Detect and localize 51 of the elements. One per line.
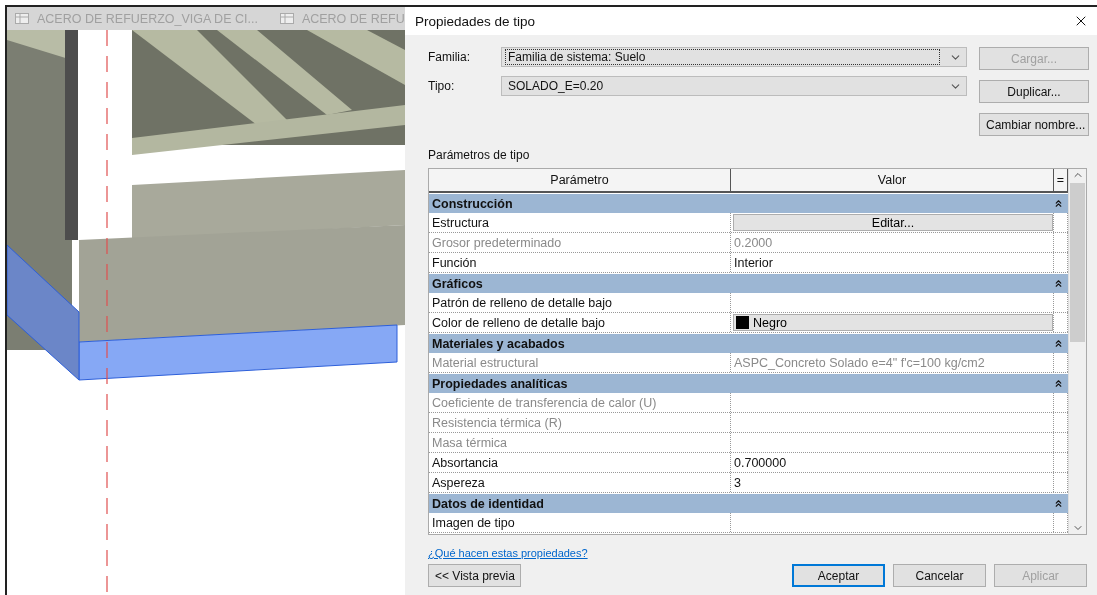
parameter-cell: Resistencia térmica (R) <box>429 413 731 432</box>
value-text: 0.700000 <box>734 455 787 470</box>
parameter-cell: Aspereza <box>429 473 731 492</box>
dialog-button[interactable]: Duplicar... <box>979 80 1089 103</box>
parameter-cell: Coeficiente de transferencia de calor (U) <box>429 393 731 412</box>
group-row[interactable]: Datos de identidad <box>429 494 1068 513</box>
group-label: Datos de identidad <box>432 496 544 511</box>
column-header: Parámetro <box>429 169 731 191</box>
collapse-icon <box>1053 378 1064 389</box>
group-row[interactable]: Construcción <box>429 194 1068 213</box>
collapse-icon <box>1053 278 1064 289</box>
value-text: ASPC_Concreto Solado e=4" f'c=100 kg/cm2 <box>734 355 985 370</box>
collapse-icon <box>1053 198 1064 209</box>
value-text: 3 <box>734 475 741 490</box>
parameter-cell: Material estructural <box>429 353 731 372</box>
value-text: 0.2000 <box>734 235 773 250</box>
parameter-cell: Absortancia <box>429 453 731 472</box>
parameter-cell: Función <box>429 253 731 272</box>
parameter-cell: Estructura <box>429 213 731 232</box>
parameter-cell: Patrón de relleno de detalle bajo <box>429 293 731 312</box>
collapse-icon <box>1053 498 1064 509</box>
group-label: Propiedades analíticas <box>432 376 568 391</box>
collapse-icon <box>1053 338 1064 349</box>
group-label: Materiales y acabados <box>432 336 565 351</box>
group-row[interactable]: Gráficos <box>429 274 1068 293</box>
dropdown-field[interactable]: Familia de sistema: Suelo <box>501 47 967 67</box>
group-label: Gráficos <box>432 276 483 291</box>
field-label: Tipo: <box>428 79 456 93</box>
table-icon <box>279 13 294 24</box>
dialog-button[interactable]: Aceptar <box>792 564 885 587</box>
edit-button[interactable]: Editar... <box>733 214 1053 231</box>
dialog-button[interactable]: Cambiar nombre... <box>979 113 1089 136</box>
dropdown-field[interactable]: SOLADO_E=0.20 <box>501 76 967 96</box>
group-row[interactable]: Materiales y acabados <box>429 334 1068 353</box>
table-icon <box>15 13 29 24</box>
column-header: Valor <box>731 169 1054 191</box>
window-title: Propiedades de tipo <box>415 13 536 29</box>
dialog-button[interactable]: << Vista previa <box>428 564 521 587</box>
color-button[interactable]: Negro <box>733 314 1053 331</box>
parameter-cell: Masa térmica <box>429 433 731 452</box>
group-label: Construcción <box>432 196 513 211</box>
parameter-cell: Grosor predeterminado <box>429 233 731 252</box>
parameter-cell: Imagen de tipo <box>429 513 731 532</box>
value-text: Interior <box>734 255 773 270</box>
dialog-button[interactable]: Cancelar <box>893 564 986 587</box>
help-link[interactable]: ¿Qué hacen estas propiedades? <box>428 547 588 559</box>
field-label: Familia: <box>428 50 471 64</box>
scrollbar[interactable] <box>1068 169 1086 534</box>
group-row[interactable]: Propiedades analíticas <box>429 374 1068 393</box>
parameter-cell: Color de relleno de detalle bajo <box>429 313 731 332</box>
section-label: Parámetros de tipo <box>428 148 531 162</box>
